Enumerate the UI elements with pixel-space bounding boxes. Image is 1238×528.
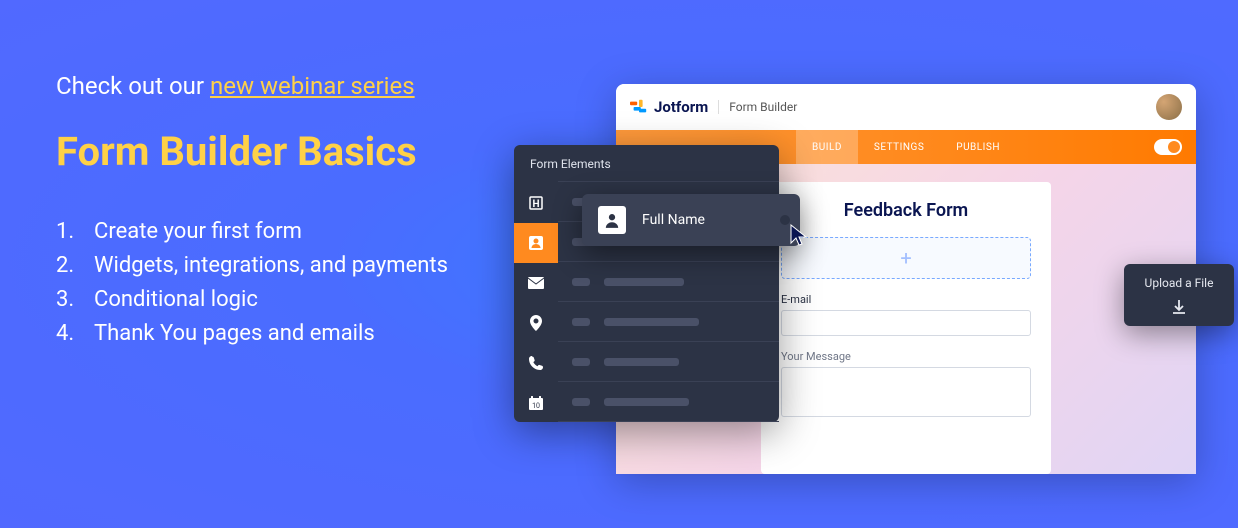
tab-settings[interactable]: SETTINGS <box>858 130 940 164</box>
element-row[interactable] <box>558 382 779 422</box>
plus-icon: + <box>900 246 911 270</box>
heading-icon[interactable]: H <box>514 183 558 223</box>
list-item: Thank You pages and emails <box>56 317 448 351</box>
element-row[interactable] <box>558 342 779 382</box>
tab-build[interactable]: BUILD <box>796 130 858 164</box>
promo-copy: Check out our new webinar series Form Bu… <box>56 72 448 351</box>
panel-header: Form Elements <box>514 145 779 181</box>
list-item: Conditional logic <box>56 283 448 317</box>
calendar-icon[interactable]: 10 <box>514 383 558 423</box>
avatar[interactable] <box>1156 94 1182 120</box>
icon-rail: H 10 <box>514 183 558 423</box>
dragging-element[interactable]: Full Name <box>582 194 800 246</box>
check-prefix: Check out our <box>56 72 210 100</box>
element-row[interactable] <box>558 262 779 302</box>
element-row[interactable] <box>558 302 779 342</box>
tab-publish[interactable]: PUBLISH <box>940 130 1016 164</box>
svg-text:H: H <box>532 199 539 210</box>
person-icon[interactable] <box>514 223 558 263</box>
pin-icon[interactable] <box>514 303 558 343</box>
upload-file-popover[interactable]: Upload a File <box>1124 264 1234 326</box>
person-icon <box>598 206 626 234</box>
dragging-label: Full Name <box>642 212 705 228</box>
form-card: Feedback Form + E-mail Your Message <box>761 182 1051 474</box>
message-textarea[interactable] <box>781 367 1031 417</box>
promo-title: Form Builder Basics <box>56 128 448 175</box>
webinar-link[interactable]: new webinar series <box>210 72 415 100</box>
brand-name: Jotform <box>654 98 708 116</box>
email-input[interactable] <box>781 310 1031 336</box>
form-elements-panel[interactable]: Form Elements H 10 <box>514 145 779 422</box>
app-header: Jotform Form Builder <box>616 84 1196 130</box>
drop-area[interactable]: + <box>781 237 1031 279</box>
preview-toggle[interactable] <box>1154 139 1182 155</box>
envelope-icon[interactable] <box>514 263 558 303</box>
field-label-message: Your Message <box>781 350 1031 363</box>
list-item: Create your first form <box>56 215 448 249</box>
field-label-email: E-mail <box>781 293 1031 306</box>
upload-label: Upload a File <box>1134 276 1224 290</box>
check-line: Check out our new webinar series <box>56 72 448 100</box>
drag-grip-icon <box>780 215 790 225</box>
form-title: Feedback Form <box>781 200 1031 221</box>
phone-icon[interactable] <box>514 343 558 383</box>
header-label: Form Builder <box>718 100 797 114</box>
download-icon <box>1134 298 1224 316</box>
promo-list: Create your first form Widgets, integrat… <box>56 215 448 351</box>
list-item: Widgets, integrations, and payments <box>56 249 448 283</box>
jotform-logo-icon <box>630 98 648 116</box>
svg-text:10: 10 <box>532 402 540 410</box>
